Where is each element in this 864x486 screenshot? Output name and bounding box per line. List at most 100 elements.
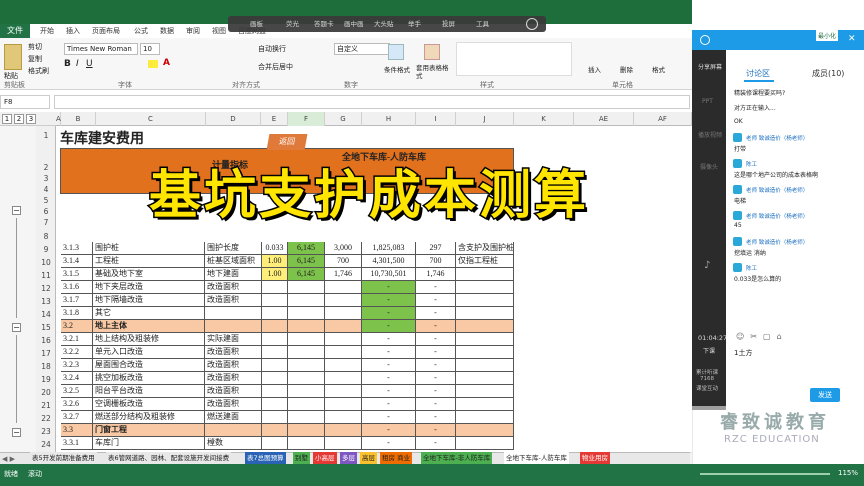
cell-j[interactable] xyxy=(456,320,514,333)
ppt-button[interactable]: PPT xyxy=(702,98,713,105)
row-header[interactable]: 19 xyxy=(36,373,56,386)
tab-discussion[interactable]: 讨论区 xyxy=(746,68,770,79)
collapse-group-icon[interactable]: − xyxy=(12,428,21,437)
cell-code[interactable]: 3.1.5 xyxy=(61,268,93,281)
cell-unit[interactable]: 樘数 xyxy=(205,437,262,450)
power-icon[interactable] xyxy=(526,18,538,30)
cell-i[interactable]: 1,746 xyxy=(416,268,456,281)
collapse-group-icon[interactable]: − xyxy=(12,206,21,215)
pip-button[interactable]: 画中画 xyxy=(344,16,364,32)
cell-code[interactable]: 3.1.3 xyxy=(61,242,93,255)
cell-f[interactable] xyxy=(288,294,325,307)
format-painter-button[interactable]: 格式刷 xyxy=(28,66,49,76)
col-header-d[interactable]: D xyxy=(206,112,261,126)
cell-f[interactable] xyxy=(288,346,325,359)
cell-f[interactable] xyxy=(288,411,325,424)
outline-level-2[interactable]: 2 xyxy=(14,114,24,124)
cell-g[interactable]: 700 xyxy=(325,255,362,268)
cell-unit[interactable]: 改造面积 xyxy=(205,281,262,294)
cell-i[interactable]: - xyxy=(416,281,456,294)
col-header-j[interactable]: J xyxy=(456,112,514,126)
cell-e[interactable] xyxy=(262,320,288,333)
cell-e[interactable]: 0.033 xyxy=(262,242,288,255)
cell-j[interactable] xyxy=(456,359,514,372)
cell-e[interactable] xyxy=(262,398,288,411)
cast-button[interactable]: 投屏 xyxy=(442,16,455,32)
cell-e[interactable] xyxy=(262,359,288,372)
col-header-g[interactable]: G xyxy=(325,112,362,126)
close-icon[interactable]: ✕ xyxy=(848,34,856,44)
cell-unit[interactable]: 改造面积 xyxy=(205,372,262,385)
row-header[interactable]: 23 xyxy=(36,425,56,438)
copy-button[interactable]: 复制 xyxy=(28,54,42,64)
collapse-group-icon[interactable]: − xyxy=(12,323,21,332)
cell-e[interactable] xyxy=(262,437,288,450)
share-screen-button[interactable]: 分享屏幕 xyxy=(698,62,722,71)
row-header[interactable]: 1 xyxy=(36,129,56,142)
cell-i[interactable]: - xyxy=(416,437,456,450)
cell-code[interactable]: 3.3 xyxy=(61,424,93,437)
sheet-tab[interactable]: 全地下车库-人防车库 xyxy=(504,452,569,464)
cell-name[interactable]: 基础及地下室 xyxy=(93,268,205,281)
cell-e[interactable] xyxy=(262,281,288,294)
tab-view[interactable]: 视图 xyxy=(212,24,226,38)
font-size-select[interactable]: 10 xyxy=(140,43,160,55)
row-header[interactable]: 21 xyxy=(36,399,56,412)
sheet-tab[interactable]: 表7总图预算 xyxy=(245,452,286,464)
tools-button[interactable]: 工具 xyxy=(476,16,489,32)
tab-data[interactable]: 数据 xyxy=(160,24,174,38)
row-header[interactable]: 24 xyxy=(36,438,56,451)
chat-input[interactable]: 1土方 xyxy=(734,348,752,358)
cell-j[interactable] xyxy=(456,333,514,346)
cell-h[interactable]: - xyxy=(362,320,416,333)
cell-j[interactable]: 含支护及围护桩 xyxy=(456,242,514,255)
sheet-tab[interactable]: 别墅 xyxy=(293,452,310,464)
cell-j[interactable] xyxy=(456,281,514,294)
cell-i[interactable]: - xyxy=(416,385,456,398)
send-button[interactable]: 发送 xyxy=(810,388,840,402)
cell-h[interactable]: - xyxy=(362,333,416,346)
play-video-button[interactable]: 播放视频 xyxy=(698,130,722,139)
tab-scroll-icon[interactable]: ◀ ▶ xyxy=(2,455,15,463)
cell-name[interactable]: 屋面围合改造 xyxy=(93,359,205,372)
cell-h[interactable]: - xyxy=(362,294,416,307)
cut-button[interactable]: 剪切 xyxy=(28,42,42,52)
cell-styles-gallery[interactable] xyxy=(456,42,572,76)
cell-unit[interactable] xyxy=(205,424,262,437)
raise-hand-button[interactable]: 举手 xyxy=(408,16,421,32)
table-format-label[interactable]: 套用表格格式 xyxy=(416,64,452,80)
cell-i[interactable]: - xyxy=(416,372,456,385)
sheet-tab[interactable]: 租房 商业 xyxy=(380,452,413,464)
cell-i[interactable]: - xyxy=(416,398,456,411)
cell-e[interactable]: 1.00 xyxy=(262,255,288,268)
cell-e[interactable] xyxy=(262,372,288,385)
cell-h[interactable]: - xyxy=(362,424,416,437)
zoom-slider[interactable] xyxy=(700,473,830,475)
tab-review[interactable]: 审阅 xyxy=(186,24,200,38)
cell-g[interactable] xyxy=(325,437,362,450)
delete-cells-button[interactable]: 删除 xyxy=(620,64,633,74)
cell-e[interactable]: 1.00 xyxy=(262,268,288,281)
cell-g[interactable] xyxy=(325,320,362,333)
row-header[interactable]: 15 xyxy=(36,321,56,334)
col-header-ae[interactable]: AE xyxy=(574,112,634,126)
conditional-format-icon[interactable] xyxy=(388,44,404,60)
cell-name[interactable]: 车库门 xyxy=(93,437,205,450)
cell-h[interactable]: - xyxy=(362,398,416,411)
cell-h[interactable]: - xyxy=(362,372,416,385)
cell-code[interactable]: 3.3.1 xyxy=(61,437,93,450)
cell-g[interactable] xyxy=(325,411,362,424)
row-header[interactable]: 20 xyxy=(36,386,56,399)
row-header[interactable]: 14 xyxy=(36,308,56,321)
cell-h[interactable]: - xyxy=(362,307,416,320)
sheet-tab[interactable]: 全地下车库-非人防车库 xyxy=(421,452,493,464)
minimize-button[interactable]: 最小化 xyxy=(816,30,839,41)
cell-f[interactable] xyxy=(288,398,325,411)
col-header-c[interactable]: C xyxy=(96,112,206,126)
file-tab[interactable]: 文件 xyxy=(0,24,30,38)
cell-j[interactable] xyxy=(456,307,514,320)
cell-name[interactable]: 地下隔墙改造 xyxy=(93,294,205,307)
col-header-b[interactable]: B xyxy=(61,112,96,126)
mic-icon[interactable]: ♪ xyxy=(704,260,710,271)
cell-e[interactable] xyxy=(262,307,288,320)
